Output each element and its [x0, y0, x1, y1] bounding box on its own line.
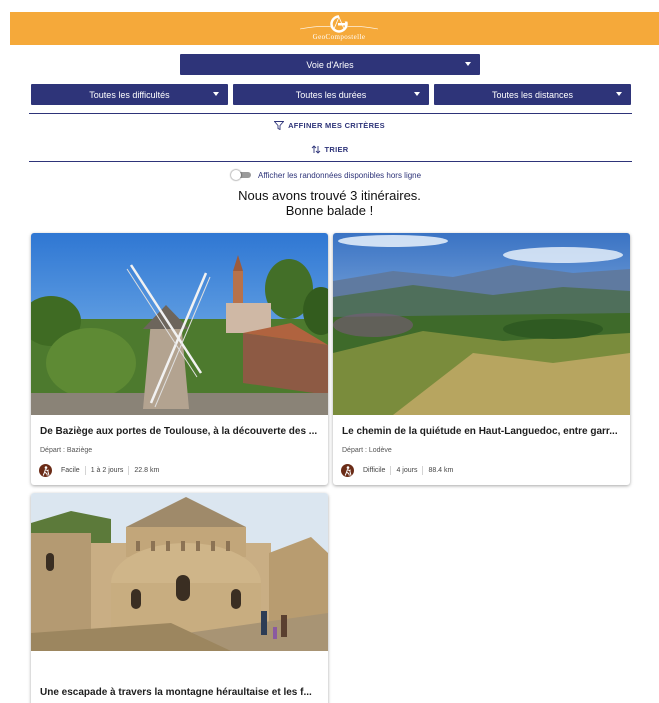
brand-logo[interactable]: GeoCompostelle — [298, 13, 380, 44]
route-card-meta: Facile 1 à 2 jours 22.8 km — [39, 464, 159, 477]
sort-label: TRIER — [324, 145, 349, 154]
difficulty-select[interactable]: Toutes les difficultés — [31, 84, 228, 105]
meta-separator — [390, 466, 392, 475]
logo-mark-icon — [299, 15, 379, 33]
hiker-icon — [39, 464, 52, 477]
sort-icon — [311, 145, 320, 154]
filter-icon — [274, 121, 285, 130]
route-card-image — [333, 233, 630, 415]
route-difficulty: Difficile — [363, 467, 386, 474]
divider-bottom — [29, 161, 632, 162]
route-duration: 4 jours — [396, 467, 418, 474]
divider-top — [29, 113, 632, 114]
route-card[interactable]: Le chemin de la quiétude en Haut-Langued… — [333, 233, 630, 485]
results-count-text: Nous avons trouvé 3 itinéraires. — [238, 188, 421, 203]
offline-toggle-row: Afficher les randonnées disponibles hors… — [231, 168, 421, 182]
top-bar: GeoCompostelle — [10, 12, 659, 45]
route-distance: 22.8 km — [134, 467, 160, 474]
results-greeting-text: Bonne balade ! — [285, 203, 374, 218]
route-card[interactable]: De Baziège aux portes de Toulouse, à la … — [31, 233, 328, 485]
distance-select[interactable]: Toutes les distances — [434, 84, 631, 105]
route-card-title: De Baziège aux portes de Toulouse, à la … — [40, 426, 318, 437]
route-card-meta: Difficile 4 jours 88.4 km — [341, 464, 453, 477]
toggle-knob — [231, 170, 241, 180]
route-card-start: Départ : Baziège — [40, 447, 93, 454]
route-card-title: Le chemin de la quiétude en Haut-Langued… — [342, 426, 618, 437]
distance-select-value: Toutes les distances — [491, 89, 574, 100]
route-caret-icon — [465, 62, 471, 66]
meta-separator — [422, 466, 424, 475]
brand-name: GeoCompostelle — [312, 33, 366, 41]
route-card-start: Départ : Lodève — [342, 447, 392, 454]
offline-toggle-label: Afficher les randonnées disponibles hors… — [258, 170, 422, 180]
difficulty-select-value: Toutes les difficultés — [89, 89, 170, 100]
distance-caret-icon — [616, 92, 622, 96]
route-card-title: Une escapade à travers la montagne hérau… — [40, 687, 312, 698]
route-select[interactable]: Voie d'Arles — [180, 54, 480, 75]
duration-select-value: Toutes les durées — [295, 89, 367, 100]
difficulty-caret-icon — [213, 92, 219, 96]
refine-criteria-label: AFFINER MES CRITÈRES — [288, 121, 385, 130]
offline-toggle[interactable] — [231, 169, 251, 181]
hiker-icon — [341, 464, 354, 477]
duration-select[interactable]: Toutes les durées — [233, 84, 429, 105]
route-difficulty: Facile — [61, 467, 80, 474]
duration-caret-icon — [414, 92, 420, 96]
route-card-image — [31, 233, 328, 415]
route-distance: 88.4 km — [428, 467, 454, 474]
route-card-image — [31, 493, 328, 651]
meta-separator — [128, 466, 130, 475]
route-select-value: Voie d'Arles — [306, 59, 354, 70]
meta-separator — [84, 466, 86, 475]
refine-criteria-button[interactable]: AFFINER MES CRITÈRES — [0, 121, 659, 130]
sort-button[interactable]: TRIER — [0, 145, 659, 154]
route-card[interactable]: Une escapade à travers la montagne hérau… — [31, 493, 328, 703]
route-duration: 1 à 2 jours — [90, 467, 124, 474]
